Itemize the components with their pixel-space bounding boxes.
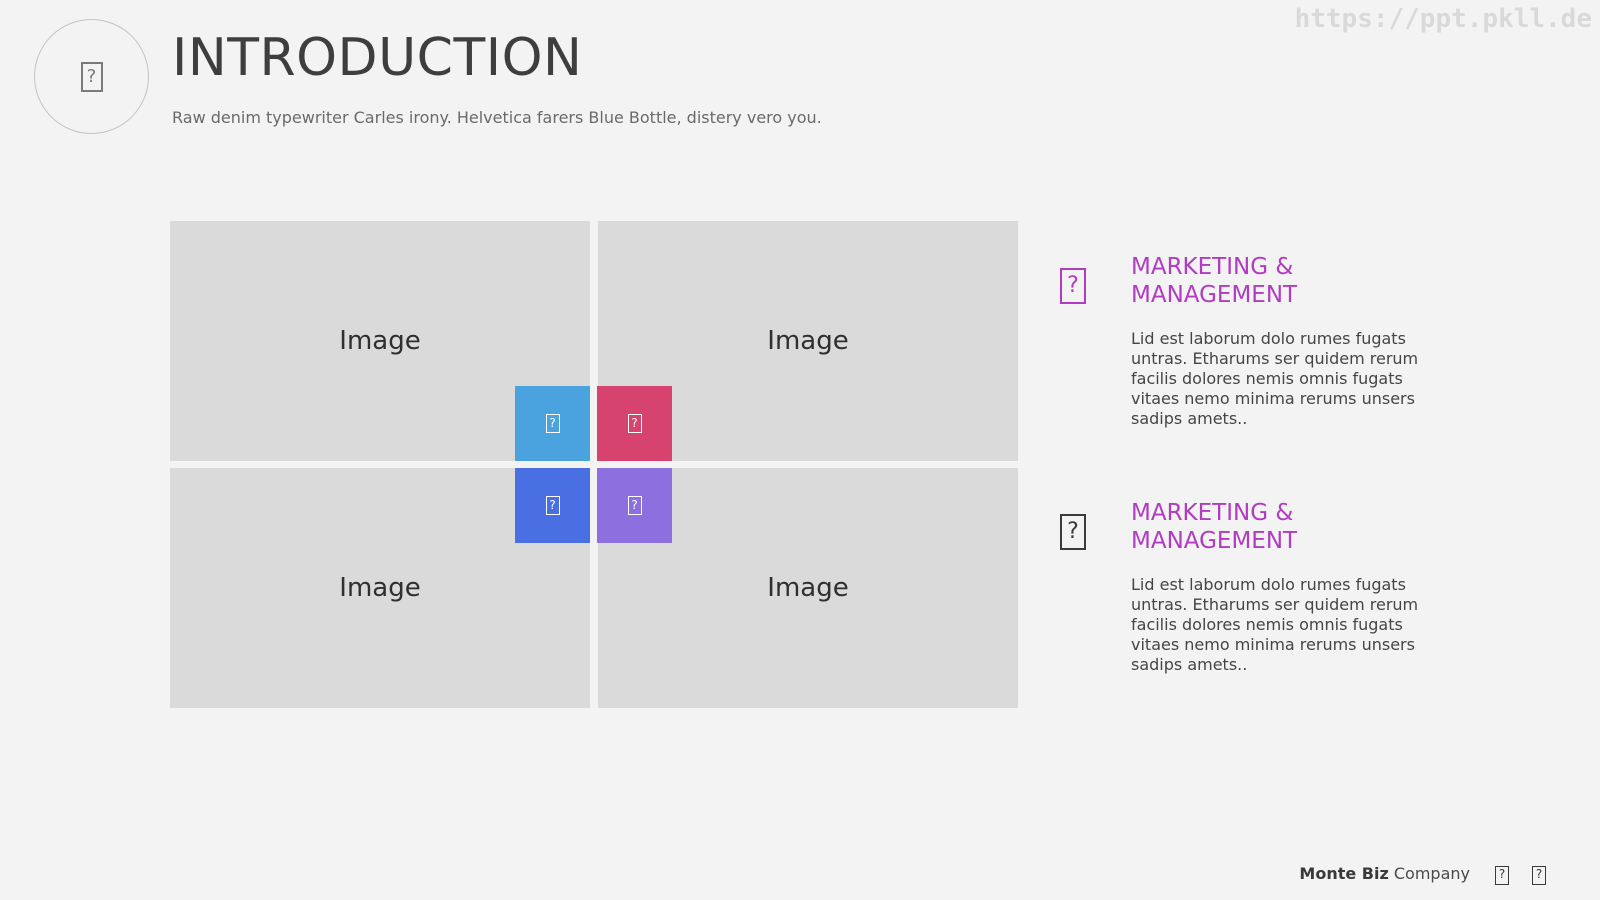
footer-icon-1[interactable]: ? <box>1495 865 1509 885</box>
tile-purple[interactable]: ? <box>597 468 672 543</box>
footer-icon-2[interactable]: ? <box>1532 865 1546 885</box>
feature-icon-2: ? <box>1060 514 1086 550</box>
missing-glyph-icon: ? <box>1060 514 1086 550</box>
footer-company: Monte Biz Company <box>1299 864 1470 883</box>
missing-glyph-icon: ? <box>627 496 642 515</box>
tile-pink[interactable]: ? <box>597 386 672 461</box>
tile-blue[interactable]: ? <box>515 386 590 461</box>
watermark-url: https://ppt.pkll.de <box>1294 4 1592 34</box>
footer-brand: Monte Biz <box>1299 864 1389 883</box>
tile-royal-blue[interactable]: ? <box>515 468 590 543</box>
missing-glyph-icon: ? <box>545 496 560 515</box>
feature-icon-1: ? <box>1060 268 1086 304</box>
missing-glyph-icon: ? <box>1495 866 1509 885</box>
page-subtitle: Raw denim typewriter Carles irony. Helve… <box>172 108 822 127</box>
page-title: INTRODUCTION <box>172 28 583 88</box>
missing-glyph-icon: ? <box>545 414 560 433</box>
missing-glyph-icon: ? <box>1060 268 1086 304</box>
feature-title-2: MARKETING & MANAGEMENT <box>1131 500 1298 554</box>
footer-suffix: Company <box>1393 864 1470 883</box>
feature-body-2: Lid est laborum dolo rumes fugats untras… <box>1131 575 1419 674</box>
missing-glyph-icon: ? <box>627 414 642 433</box>
feature-title-1: MARKETING & MANAGEMENT <box>1131 254 1298 308</box>
missing-glyph-icon: ? <box>80 61 103 92</box>
header-icon-circle: ? <box>34 19 149 134</box>
feature-body-1: Lid est laborum dolo rumes fugats untras… <box>1131 329 1419 428</box>
missing-glyph-icon: ? <box>1532 866 1546 885</box>
